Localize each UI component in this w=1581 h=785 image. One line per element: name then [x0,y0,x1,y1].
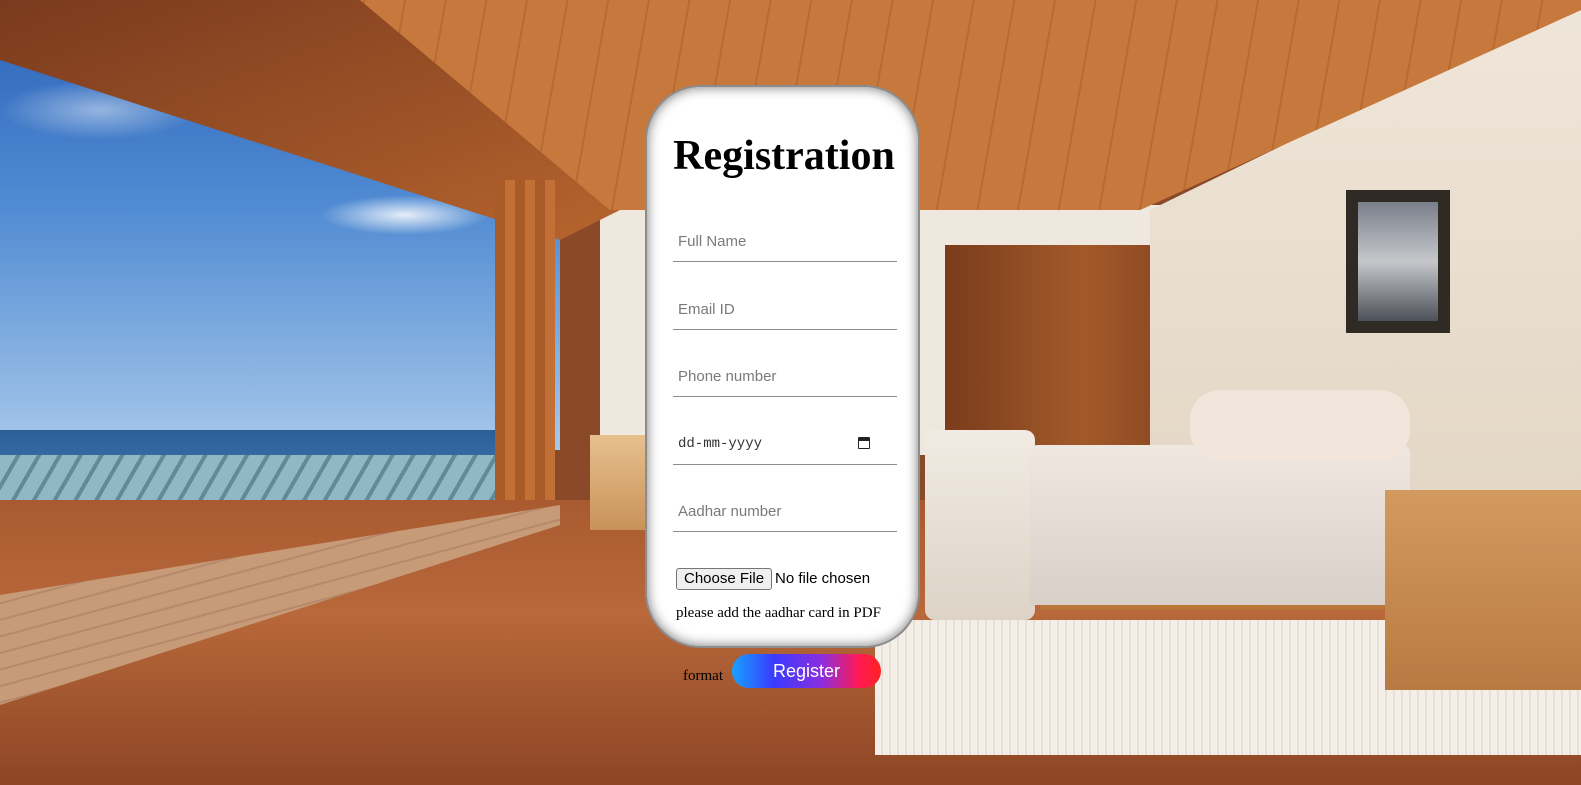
register-button[interactable]: Register [732,654,881,688]
sofa [925,430,1035,620]
calendar-icon[interactable] [858,437,870,449]
cabinet [1385,490,1581,690]
wall-painting [1346,190,1450,333]
wooden-pillar [495,180,555,525]
bed [1030,445,1410,605]
date-placeholder: dd-mm-yyyy [678,436,763,452]
email-input[interactable] [673,290,897,330]
pillow [1190,390,1410,460]
side-table [590,435,650,530]
choose-file-button[interactable]: Choose File [676,568,773,590]
wooden-door [945,245,1175,450]
phone-input[interactable] [673,357,897,397]
date-input[interactable]: dd-mm-yyyy [673,425,897,465]
aadhar-input[interactable] [673,492,897,532]
full-name-input[interactable] [673,222,897,262]
aadhar-hint-text-continued: format [683,668,723,684]
aadhar-hint-text: please add the aadhar card in PDF [676,605,881,621]
file-status-text: No file chosen [775,570,871,587]
form-title: Registration [673,133,895,179]
